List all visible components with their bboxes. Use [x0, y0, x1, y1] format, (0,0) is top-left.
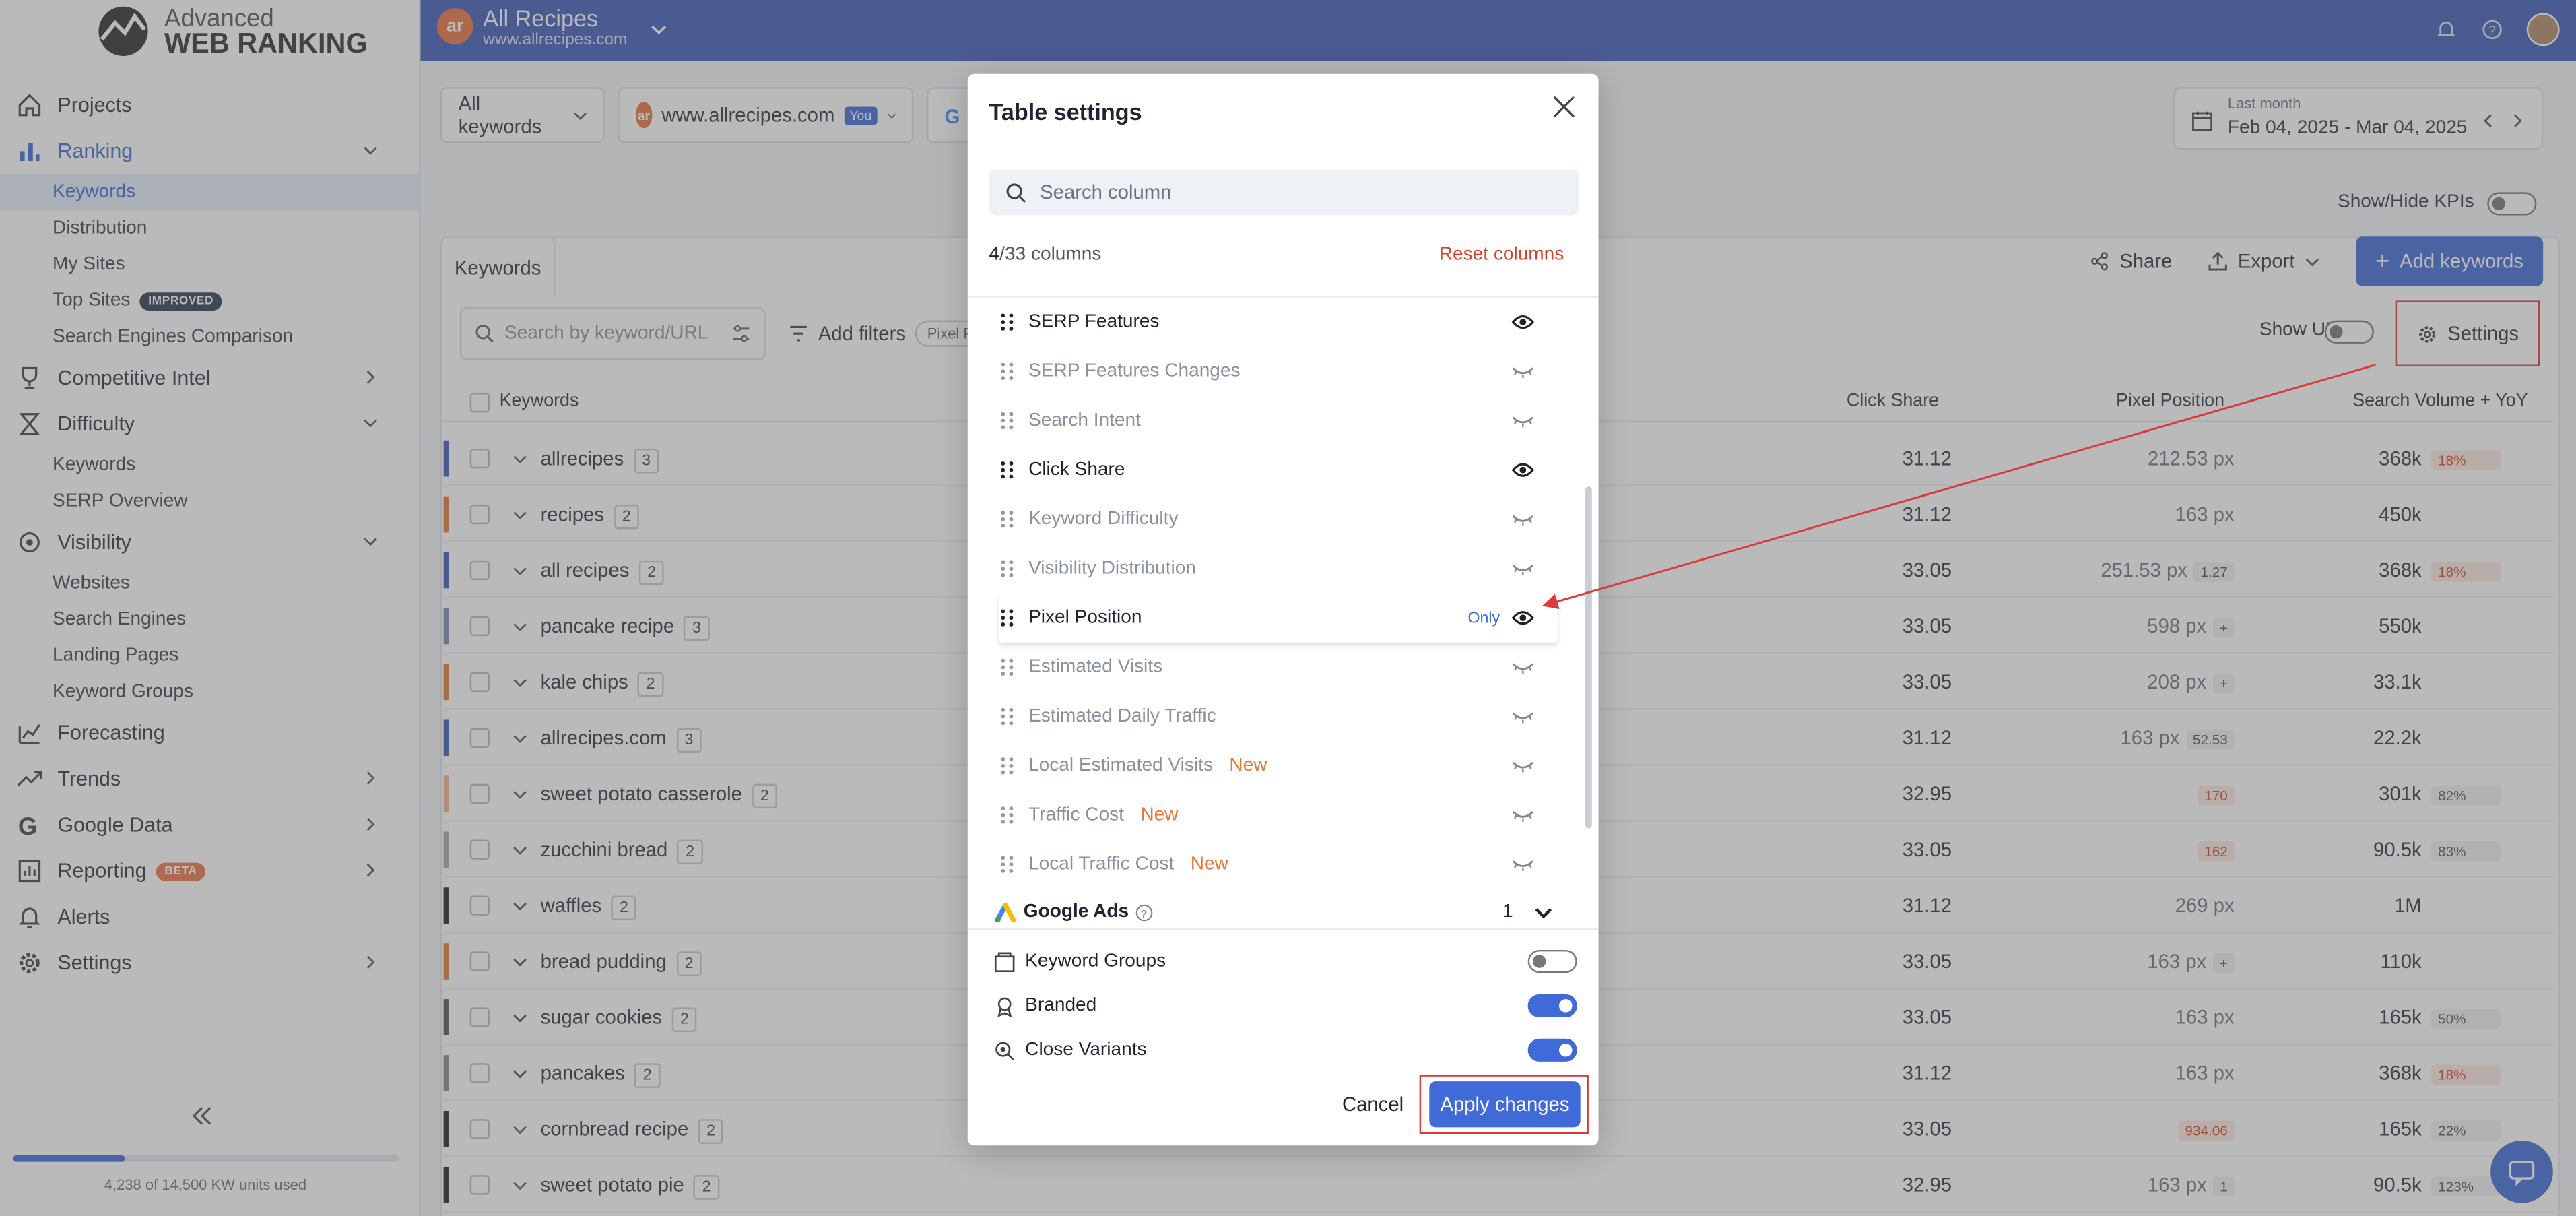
- column-item[interactable]: Visibility Distribution: [999, 544, 1557, 593]
- google-ads-group[interactable]: Google Ads ? 1: [994, 897, 1559, 927]
- column-item[interactable]: SERP Features Changes: [999, 347, 1557, 396]
- column-item[interactable]: Estimated Visits: [999, 643, 1557, 692]
- column-item[interactable]: Local Traffic Cost New: [999, 840, 1557, 889]
- eye-icon[interactable]: [1511, 460, 1535, 480]
- eye-icon[interactable]: [1511, 608, 1535, 628]
- toggle-row-branded: Branded: [994, 988, 1577, 1024]
- column-name: Search Intent: [1028, 410, 1141, 431]
- column-name: Local Traffic Cost: [1028, 854, 1175, 874]
- toggle-knob: [1558, 998, 1573, 1012]
- column-list: SERP Features SERP Features Changes Search…: [967, 296, 1599, 927]
- google-ads-label: Google Ads: [1023, 902, 1129, 922]
- eye-closed-icon[interactable]: [1511, 362, 1534, 381]
- ribbon-icon: [997, 996, 1012, 1017]
- help-icon[interactable]: ?: [1135, 903, 1154, 921]
- drag-handle-icon[interactable]: [999, 411, 1015, 430]
- drag-handle-icon[interactable]: [999, 312, 1015, 331]
- new-badge: New: [1229, 756, 1267, 776]
- cancel-button[interactable]: Cancel: [1342, 1093, 1403, 1116]
- keyword-groups-toggle[interactable]: [1527, 949, 1577, 973]
- column-count: 4/33 columns: [989, 245, 1102, 264]
- column-search-placeholder: Search column: [1040, 181, 1172, 204]
- toggle-label: Close Variants: [1025, 1040, 1147, 1060]
- column-item[interactable]: Search Intent: [999, 396, 1557, 445]
- toggle-label: Keyword Groups: [1025, 951, 1166, 971]
- drag-handle-icon[interactable]: [999, 854, 1015, 874]
- close-variants-toggle[interactable]: [1527, 1038, 1577, 1062]
- column-name: Click Share: [1028, 460, 1125, 480]
- drag-handle-icon[interactable]: [999, 756, 1015, 775]
- toggle-row-close-variants: Close Variants: [994, 1032, 1577, 1068]
- column-item[interactable]: Local Estimated Visits New: [999, 741, 1557, 790]
- column-item[interactable]: Traffic Cost New: [999, 790, 1557, 839]
- table-settings-modal: Table settings Search column 4/33 column…: [967, 73, 1599, 1146]
- eye-closed-icon[interactable]: [1511, 707, 1534, 726]
- toggle-row-keyword-groups: Keyword Groups: [994, 943, 1577, 980]
- column-search-input[interactable]: Search column: [989, 169, 1579, 216]
- branded-toggle[interactable]: [1527, 994, 1577, 1017]
- close-icon[interactable]: [1552, 95, 1575, 118]
- toggle-label: Branded: [1025, 996, 1097, 1016]
- drag-handle-icon[interactable]: [999, 805, 1015, 825]
- google-ads-icon: [995, 903, 1016, 922]
- apply-changes-button[interactable]: Apply changes: [1429, 1081, 1581, 1128]
- toggle-knob: [1558, 1042, 1573, 1056]
- drag-handle-icon[interactable]: [999, 608, 1015, 628]
- drag-handle-icon[interactable]: [999, 460, 1015, 480]
- svg-text:?: ?: [1141, 908, 1148, 920]
- eye-icon[interactable]: [1511, 312, 1535, 331]
- column-name: Visibility Distribution: [1028, 558, 1196, 579]
- only-link[interactable]: Only: [1467, 609, 1500, 627]
- column-name: Local Estimated Visits: [1028, 756, 1214, 776]
- eye-closed-icon[interactable]: [1511, 854, 1534, 874]
- eye-closed-icon[interactable]: [1511, 658, 1534, 677]
- column-item[interactable]: Keyword Difficulty: [999, 494, 1557, 544]
- column-list-scrollbar[interactable]: [1585, 486, 1592, 829]
- reset-columns-link[interactable]: Reset columns: [1439, 245, 1564, 264]
- search-icon: [1006, 183, 1026, 202]
- column-item[interactable]: Pixel Position Only: [999, 593, 1558, 643]
- eye-closed-icon[interactable]: [1511, 805, 1534, 825]
- eye-closed-icon[interactable]: [1511, 756, 1534, 775]
- column-item[interactable]: SERP Features: [999, 298, 1557, 347]
- drag-handle-icon[interactable]: [999, 362, 1015, 381]
- toggle-knob: [1532, 954, 1546, 967]
- column-name: Pixel Position: [1028, 608, 1142, 628]
- folder-icon: [994, 951, 1015, 971]
- column-name: Estimated Visits: [1028, 657, 1163, 678]
- eye-closed-icon[interactable]: [1511, 411, 1534, 430]
- drag-handle-icon[interactable]: [999, 707, 1015, 726]
- column-item[interactable]: Click Share: [999, 445, 1557, 494]
- drag-handle-icon[interactable]: [999, 509, 1015, 529]
- column-name: SERP Features: [1028, 312, 1160, 332]
- visible-count: 4: [989, 245, 1000, 265]
- google-ads-count: 1: [1502, 902, 1513, 922]
- column-name: Traffic Cost: [1028, 805, 1124, 825]
- drag-handle-icon[interactable]: [999, 558, 1015, 578]
- new-badge: New: [1140, 805, 1179, 825]
- search-variant-icon: [995, 1041, 1015, 1060]
- modal-title: Table settings: [989, 98, 1142, 125]
- drag-handle-icon[interactable]: [999, 658, 1015, 677]
- eye-closed-icon[interactable]: [1511, 558, 1534, 578]
- column-name: Keyword Difficulty: [1028, 509, 1179, 530]
- column-name: SERP Features Changes: [1028, 361, 1241, 381]
- total-count: /33 columns: [999, 245, 1102, 265]
- column-name: Estimated Daily Traffic: [1028, 706, 1216, 727]
- column-item[interactable]: Estimated Daily Traffic: [999, 692, 1557, 741]
- new-badge: New: [1190, 854, 1228, 874]
- eye-closed-icon[interactable]: [1511, 509, 1534, 529]
- chevron-down-icon[interactable]: [1534, 903, 1552, 921]
